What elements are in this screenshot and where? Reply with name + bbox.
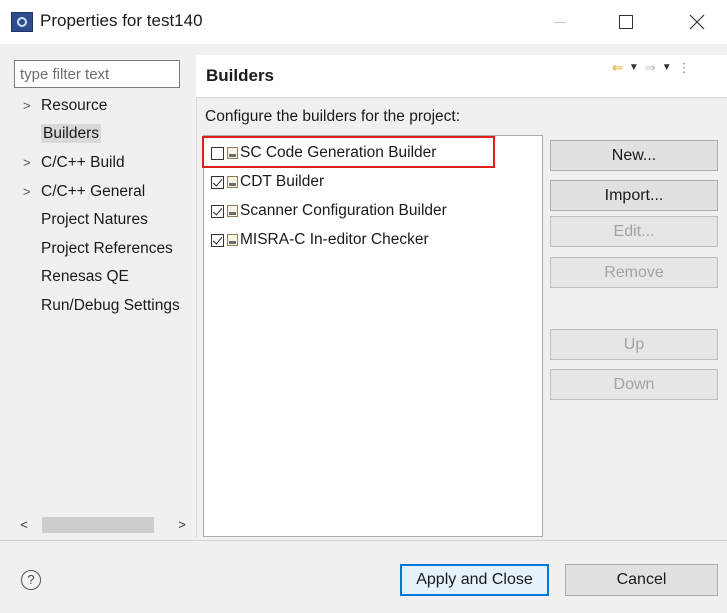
forward-dropdown-icon[interactable]: ▼ <box>662 60 672 76</box>
builder-label: MISRA-C In-editor Checker <box>240 231 429 248</box>
scroll-right-icon[interactable]: > <box>172 514 192 536</box>
builder-checkbox[interactable] <box>211 175 224 189</box>
builder-label: CDT Builder <box>240 173 325 190</box>
footer-divider <box>0 540 727 541</box>
builder-checkbox[interactable] <box>211 146 224 160</box>
page-nav: ⇐ ▼ ⇒ ▼ ⋮ <box>612 60 691 76</box>
tree-item[interactable]: Renesas QE <box>14 266 129 288</box>
builder-icon <box>227 147 238 159</box>
apply-and-close-button[interactable]: Apply and Close <box>400 564 549 596</box>
scroll-left-icon[interactable]: < <box>14 514 34 536</box>
tree-item-label: Project Natures <box>41 211 148 228</box>
close-button[interactable] <box>673 0 721 44</box>
builder-row[interactable]: CDT Builder <box>211 169 324 195</box>
more-icon[interactable]: ⋮ <box>678 60 691 76</box>
forward-arrow-icon[interactable]: ⇒ <box>645 60 656 76</box>
close-icon <box>689 14 705 30</box>
tree-item[interactable]: > Resource <box>14 95 107 117</box>
cancel-button[interactable]: Cancel <box>565 564 718 596</box>
builder-list: SC Code Generation Builder CDT Builder Sca… <box>203 135 543 537</box>
builder-row[interactable]: SC Code Generation Builder <box>211 140 436 166</box>
tree-item-label: C/C++ Build <box>41 154 125 171</box>
maximize-button[interactable] <box>602 0 650 44</box>
new-button[interactable]: New... <box>550 140 718 171</box>
tree-horizontal-scrollbar[interactable]: < > <box>14 514 194 536</box>
tree-item-label: Renesas QE <box>41 268 129 285</box>
builder-row[interactable]: MISRA-C In-editor Checker <box>211 227 429 253</box>
chevron-right-icon[interactable]: > <box>14 181 41 203</box>
chevron-right-icon[interactable]: > <box>14 95 41 117</box>
edit-button[interactable]: Edit... <box>550 216 718 247</box>
minimize-button[interactable] <box>536 0 584 44</box>
tree-item[interactable]: Project Natures <box>14 209 148 231</box>
import-button[interactable]: Import... <box>550 180 718 211</box>
filter-input[interactable] <box>14 60 180 88</box>
back-arrow-icon[interactable]: ⇐ <box>612 60 623 76</box>
builder-icon <box>227 205 238 217</box>
tree-item-label: Run/Debug Settings <box>41 297 180 314</box>
tree-item[interactable]: Builders <box>14 123 101 145</box>
tree-item[interactable]: > C/C++ General <box>14 181 145 203</box>
tree-item-label: Project References <box>41 240 173 257</box>
chevron-right-icon[interactable]: > <box>14 152 41 174</box>
help-icon[interactable]: ? <box>21 570 41 590</box>
builder-label: SC Code Generation Builder <box>240 144 437 161</box>
scroll-thumb[interactable] <box>42 517 154 533</box>
properties-dialog: Properties for test140 >ResourceBuilders… <box>0 0 727 613</box>
builder-icon <box>227 234 238 246</box>
minimize-icon <box>554 21 566 23</box>
tree-item[interactable]: Project References <box>14 238 173 260</box>
maximize-icon <box>619 15 633 29</box>
builder-label: Scanner Configuration Builder <box>240 202 447 219</box>
builder-row[interactable]: Scanner Configuration Builder <box>211 198 447 224</box>
up-button[interactable]: Up <box>550 329 718 360</box>
tree-item[interactable]: Run/Debug Settings <box>14 295 180 317</box>
builder-checkbox[interactable] <box>211 204 224 218</box>
builder-checkbox[interactable] <box>211 233 224 247</box>
builder-icon <box>227 176 238 188</box>
tree-item-label: Builders <box>41 124 101 143</box>
tree-item-label: C/C++ General <box>41 183 146 200</box>
tree-item-label: Resource <box>41 97 108 114</box>
remove-button[interactable]: Remove <box>550 257 718 288</box>
title-bar: Properties for test140 <box>0 0 727 44</box>
page-description: Configure the builders for the project: <box>205 108 461 125</box>
window-title: Properties for test140 <box>40 11 203 30</box>
down-button[interactable]: Down <box>550 369 718 400</box>
page-header: Builders ⇐ ▼ ⇒ ▼ ⋮ <box>196 55 727 98</box>
app-icon <box>11 12 33 32</box>
panel-divider[interactable] <box>196 58 197 538</box>
category-tree: > Resource Builders > C/C++ Build > C/C++ Gene… <box>14 95 194 515</box>
page-title: Builders <box>206 66 275 85</box>
tree-item[interactable]: > C/C++ Build <box>14 152 125 174</box>
back-dropdown-icon[interactable]: ▼ <box>629 60 639 76</box>
